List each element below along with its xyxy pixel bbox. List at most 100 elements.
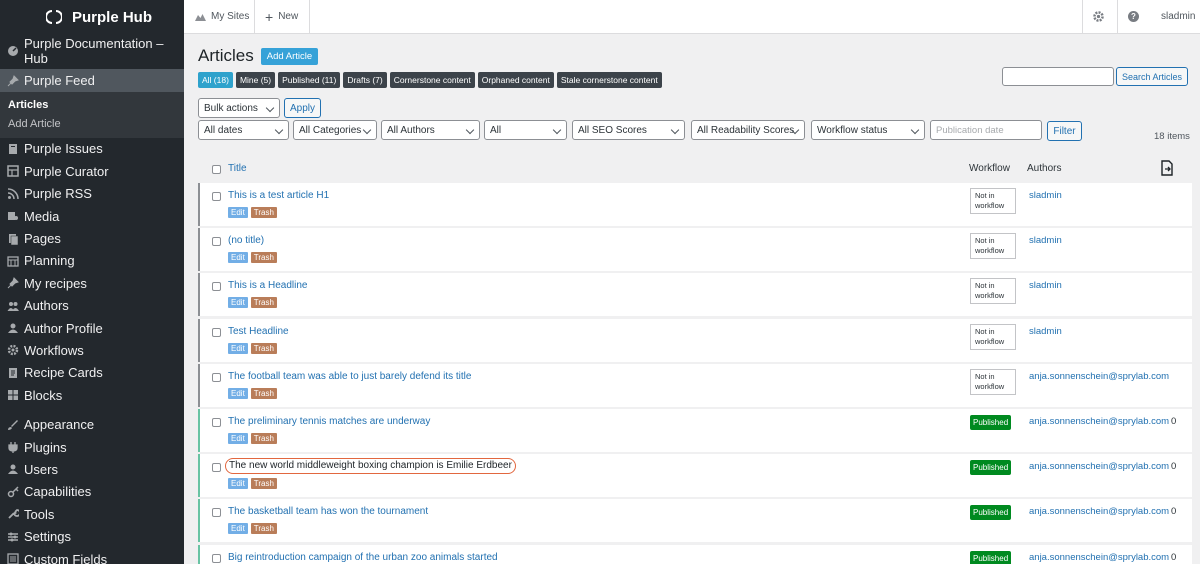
search-articles-button[interactable]: Search Articles <box>1116 67 1188 86</box>
sidebar-item-recipe-cards[interactable]: Recipe Cards <box>0 362 184 384</box>
sidebar-item-tools[interactable]: Tools <box>0 503 184 525</box>
sidebar-item-capabilities[interactable]: Capabilities <box>0 481 184 503</box>
user-menu[interactable]: sladmin <box>1161 0 1195 33</box>
sidebar-item-label: My recipes <box>24 275 87 291</box>
sidebar-item-appearance[interactable]: Appearance <box>0 413 184 435</box>
categories-select[interactable]: All Categories <box>293 120 377 140</box>
author-link[interactable]: anja.sonnenschein@sprylab.com <box>1029 416 1169 427</box>
workflow-status-select[interactable]: Workflow status <box>811 120 925 140</box>
help-button[interactable]: ? <box>1128 0 1139 33</box>
sidebar-item-authors[interactable]: Authors <box>0 295 184 317</box>
row-checkbox[interactable] <box>212 372 221 382</box>
author-link[interactable]: anja.sonnenschein@sprylab.com <box>1029 552 1169 563</box>
filter-stale-cornerstone-content[interactable]: Stale cornerstone content <box>556 72 662 88</box>
trash-button[interactable]: Trash <box>250 207 277 218</box>
article-title-link[interactable]: The football team was able to just barel… <box>228 371 471 382</box>
sidebar-item-custom-fields[interactable]: Custom Fields <box>0 548 184 564</box>
filter-cornerstone-content[interactable]: Cornerstone content <box>389 72 475 88</box>
article-title-link[interactable]: (no title) <box>228 235 264 246</box>
sidebar-item-blocks[interactable]: Blocks <box>0 384 184 406</box>
filter-button[interactable]: Filter <box>1047 121 1082 141</box>
sidebar-item-label: Purple Documentation – Hub <box>24 36 164 67</box>
edit-button[interactable]: Edit <box>228 207 248 218</box>
article-title-link[interactable]: This is a Headline <box>228 280 307 291</box>
filter-all-18[interactable]: All (18) <box>198 72 233 88</box>
row-checkbox[interactable] <box>212 418 221 427</box>
article-title-link[interactable]: Test Headline <box>228 326 289 337</box>
select-all-checkbox[interactable] <box>212 165 221 174</box>
status-filters: All (18) Mine (5) Published (11) Drafts (7)… <box>198 72 662 88</box>
sidebar-item-author-profile[interactable]: Author Profile <box>0 317 184 339</box>
author-link[interactable]: anja.sonnenschein@sprylab.com <box>1029 506 1169 517</box>
row-checkbox[interactable] <box>212 508 221 518</box>
title-column-header[interactable]: Title <box>228 163 247 174</box>
edit-button[interactable]: Edit <box>228 342 248 354</box>
edit-button[interactable]: Edit <box>228 297 248 309</box>
filter-orphaned-content[interactable]: Orphaned content <box>477 72 554 88</box>
authors-select[interactable]: All Authors <box>381 120 480 140</box>
search-input[interactable] <box>1002 67 1114 86</box>
trash-button[interactable]: Trash <box>250 297 277 309</box>
bulk-actions-select[interactable]: Bulk actions <box>198 98 280 118</box>
author-link[interactable]: sladmin <box>1029 190 1062 201</box>
publication-date-input[interactable]: Publication date <box>930 120 1042 140</box>
sidebar-item-workflows[interactable]: Workflows <box>0 339 184 361</box>
readability-select[interactable]: All Readability Scores <box>691 120 805 140</box>
edit-button[interactable]: Edit <box>228 433 248 444</box>
export-document-icon[interactable] <box>1160 160 1174 176</box>
trash-button[interactable]: Trash <box>250 433 277 444</box>
trash-button[interactable]: Trash <box>250 387 277 399</box>
article-title-link[interactable]: Big reintroduction campaign of the urban… <box>228 552 498 563</box>
edit-button[interactable]: Edit <box>228 523 248 535</box>
submenu-item-articles[interactable]: Articles <box>0 96 184 115</box>
settings-gear-button[interactable] <box>1092 0 1105 33</box>
add-article-button[interactable]: Add Article <box>260 47 319 65</box>
row-checkbox[interactable] <box>212 192 221 201</box>
sidebar-item-purple-documentation-hub[interactable]: Purple Documentation – Hub <box>0 36 184 66</box>
sidebar-item-purple-curator[interactable]: Purple Curator <box>0 160 184 182</box>
sidebar-item-settings[interactable]: Settings <box>0 525 184 547</box>
article-title-link[interactable]: The preliminary tennis matches are under… <box>228 416 430 427</box>
edit-button[interactable]: Edit <box>228 478 248 490</box>
row-checkbox[interactable] <box>212 463 221 473</box>
sidebar-item-users[interactable]: Users <box>0 458 184 480</box>
my-sites-link[interactable]: My Sites <box>194 0 249 33</box>
submenu-item-add-article[interactable]: Add Article <box>0 115 184 134</box>
sidebar-item-my-recipes[interactable]: My recipes <box>0 272 184 294</box>
apply-button[interactable]: Apply <box>284 98 321 118</box>
table-row: This is a Headline Edit Trash Not in workfl… <box>198 273 1192 317</box>
sidebar-item-purple-issues[interactable]: Purple Issues <box>0 138 184 160</box>
author-link[interactable]: sladmin <box>1029 235 1062 246</box>
filter-drafts-7[interactable]: Drafts (7) <box>343 72 387 88</box>
trash-button[interactable]: Trash <box>250 523 277 535</box>
row-checkbox[interactable] <box>212 327 221 337</box>
author-link[interactable]: sladmin <box>1029 280 1062 291</box>
row-checkbox[interactable] <box>212 282 221 292</box>
sidebar-item-purple-rss[interactable]: Purple RSS <box>0 183 184 205</box>
sidebar-item-planning[interactable]: Planning <box>0 250 184 272</box>
sidebar-item-purple-feed[interactable]: Purple Feed <box>0 69 184 92</box>
sidebar-item-plugins[interactable]: Plugins <box>0 436 184 458</box>
author-link[interactable]: sladmin <box>1029 326 1062 337</box>
author-link[interactable]: anja.sonnenschein@sprylab.com <box>1029 461 1169 472</box>
article-title-link[interactable]: This is a test article H1 <box>228 190 329 201</box>
brand[interactable]: Purple Hub <box>0 0 184 34</box>
author-link[interactable]: anja.sonnenschein@sprylab.com <box>1029 371 1169 382</box>
edit-button[interactable]: Edit <box>228 387 248 399</box>
all-select[interactable]: All <box>484 120 567 140</box>
edit-button[interactable]: Edit <box>228 252 248 264</box>
dates-select[interactable]: All dates <box>198 120 289 140</box>
filter-mine-5[interactable]: Mine (5) <box>235 72 276 88</box>
trash-button[interactable]: Trash <box>250 478 277 490</box>
trash-button[interactable]: Trash <box>250 342 277 354</box>
sidebar-item-pages[interactable]: Pages <box>0 227 184 249</box>
trash-button[interactable]: Trash <box>250 252 277 264</box>
seo-scores-select[interactable]: All SEO Scores <box>572 120 685 140</box>
sidebar-item-media[interactable]: Media <box>0 205 184 227</box>
new-link[interactable]: + New <box>265 0 298 33</box>
row-checkbox[interactable] <box>212 237 221 247</box>
article-title-link[interactable]: The basketball team has won the tourname… <box>228 506 428 517</box>
article-title-link[interactable]: The new world middleweight boxing champi… <box>225 458 516 475</box>
row-checkbox[interactable] <box>212 553 221 563</box>
filter-published-11[interactable]: Published (11) <box>278 72 341 88</box>
